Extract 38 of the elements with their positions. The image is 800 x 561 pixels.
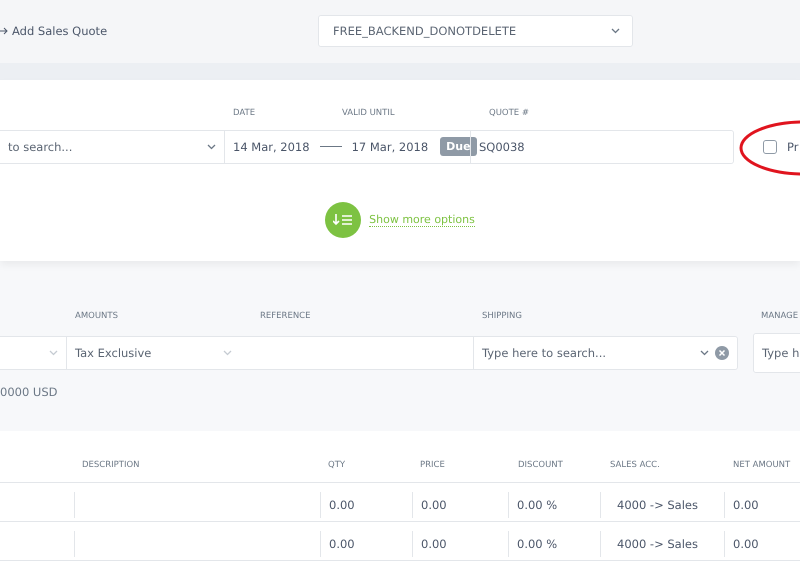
amounts-label: AMOUNTS [75, 311, 120, 322]
arrow-right-icon [0, 27, 8, 36]
manager-label: MANAGE [761, 311, 800, 322]
table-cell: 0.00 % [508, 492, 600, 518]
shipping-label: SHIPPING [482, 311, 523, 322]
currency-note: 0000 USD [0, 385, 58, 400]
list-sort-icon[interactable] [325, 202, 362, 238]
column-header: DESCRIPTION [82, 460, 141, 470]
table-cell: 0.00 [412, 530, 508, 556]
column-header: NET AMOUNT [733, 460, 792, 470]
column-header: QTY [328, 460, 346, 470]
reference-label: REFERENCE [260, 311, 312, 322]
table-cell: 0.00 [412, 492, 508, 518]
valid-until-field[interactable]: 17 Mar, 2018 [352, 140, 428, 154]
column-header: PRICE [420, 460, 446, 470]
quote-number-label: QUOTE # [489, 108, 530, 118]
table-cell: 4000 -> Sales [600, 492, 724, 518]
chevron-down-icon [611, 28, 620, 34]
company-select[interactable]: FREE_BACKEND_DONOTDELETE [318, 15, 633, 48]
table-cell: 0.00 [724, 492, 800, 518]
table-cell: 0.00 [320, 492, 412, 518]
customer-search-field[interactable]: to search... [8, 140, 201, 154]
table-cell: 0.00 [320, 530, 412, 556]
quote-number-field[interactable]: SQ0038 [479, 140, 525, 154]
table-cell: 4000 -> Sales [600, 530, 724, 556]
column-header: DISCOUNT [518, 460, 564, 470]
annotation-ellipse-drawing [738, 118, 800, 178]
checkbox[interactable] [763, 140, 777, 154]
chevron-down-icon [207, 144, 216, 150]
add-sales-quote-link[interactable]: Add Sales Quote [0, 24, 318, 38]
status-badge: Due [440, 137, 477, 156]
valid-until-label: VALID UNTIL [342, 108, 396, 118]
table-cell: 0.00 [724, 530, 800, 556]
table-cell: 0.00 % [508, 530, 600, 556]
column-header: SALES ACC. [610, 460, 661, 470]
date-label: DATE [233, 108, 256, 118]
checkbox-label: Pr [787, 140, 798, 154]
date-field[interactable]: 14 Mar, 2018 [233, 140, 310, 154]
